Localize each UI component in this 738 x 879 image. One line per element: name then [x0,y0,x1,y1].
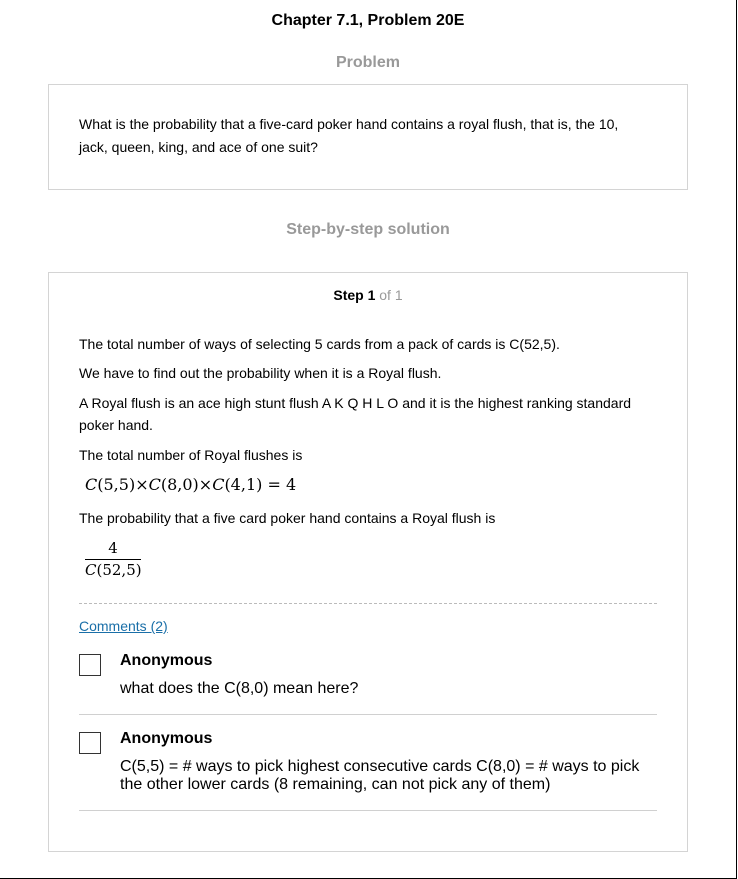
problem-text: What is the probability that a five-card… [79,116,619,155]
formula-a2: (8,0) [160,475,199,494]
avatar [79,654,101,676]
step-total: of 1 [379,287,403,303]
chapter-title: Chapter 7.1, Problem 20E [271,12,465,29]
solution-paragraph: The total number of ways of selecting 5 … [79,336,560,352]
formula-c1: C [85,475,98,494]
formula-a1: (5,5) [97,475,136,494]
divider [79,603,657,604]
formula-c2: C [148,475,161,494]
comment-separator [79,714,657,715]
probability-fraction: 4 C(52,5) [85,539,142,579]
formula-result: = 4 [262,475,297,494]
avatar [79,732,101,754]
comments-link[interactable]: Comments (2) [79,618,168,634]
formula-c3: C [212,475,225,494]
solution-heading: Step-by-step solution [286,221,450,238]
fraction-numerator: 4 [108,539,118,557]
solution-box: Step 1 of 1 The total number of ways of … [48,272,688,852]
page: Chapter 7.1, Problem 20E Problem What is… [0,0,737,879]
fraction-den-args: (52,5) [96,561,142,579]
problem-heading: Problem [335,54,400,71]
fraction-den-c: C [85,561,97,579]
solution-paragraph: A Royal flush is an ace high stunt flush… [79,395,632,433]
comment-text: what does the C(8,0) mean here? [120,680,359,697]
solution-paragraph: We have to find out the probability when… [79,365,442,381]
comment-author: Anonymous [120,652,213,669]
comment-text: C(5,5) = # ways to pick highest consecut… [120,758,640,793]
fraction-denominator: C(52,5) [85,560,142,579]
problem-box: What is the probability that a five-card… [48,84,688,190]
royal-flush-formula: C(5,5)×C(8,0)×C(4,1) = 4 [85,475,296,494]
solution-paragraph: The probability that a five card poker h… [79,510,496,526]
solution-paragraph: The total number of Royal flushes is [79,447,303,463]
formula-a3: (4,1) [224,475,263,494]
step-number: Step 1 [333,287,376,303]
formula-x2: × [198,475,213,494]
comment-author: Anonymous [120,730,213,747]
step-label: Step 1 of 1 [49,287,687,303]
comment-separator [79,810,657,811]
formula-x1: × [135,475,149,494]
